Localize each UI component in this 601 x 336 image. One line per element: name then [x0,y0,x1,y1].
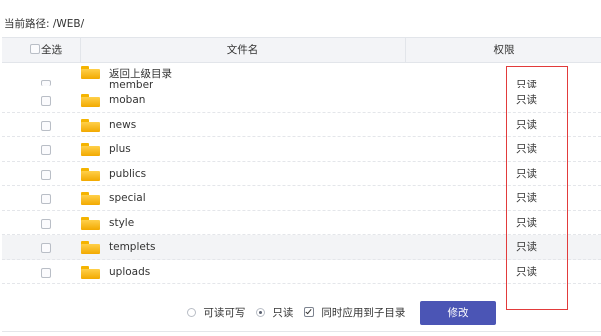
file-name[interactable]: uploads [109,265,150,279]
select-column-header: 全选 [2,38,81,62]
permission-highlight-box [506,66,568,310]
folder-icon [81,241,100,254]
folder-icon [81,265,100,279]
option-apply-subdirs[interactable]: 同时应用到子目录 [304,306,405,320]
select-all-control[interactable]: 全选 [30,43,62,57]
row-checkbox[interactable] [41,218,51,229]
file-name[interactable]: publics [109,167,146,181]
read-write-label: 可读可写 [203,307,246,319]
permission-form: 可读可写 只读 同时应用到子目录 修改 [0,301,601,325]
row-checkbox[interactable] [41,96,51,106]
row-checkbox[interactable] [41,120,51,131]
read-write-radio[interactable] [187,308,196,317]
apply-subdirs-checkbox[interactable] [304,307,314,317]
file-name[interactable]: special [109,191,146,205]
folder-icon [81,66,100,79]
apply-subdirs-label: 同时应用到子目录 [321,307,406,319]
row-checkbox[interactable] [41,169,51,180]
table-bottom-divider [2,331,601,332]
option-read-write[interactable]: 可读可写 [187,306,245,320]
folder-icon [81,143,100,156]
option-read-only[interactable]: 只读 [256,306,293,320]
file-name[interactable]: news [109,118,136,132]
folder-icon [81,167,100,181]
row-checkbox[interactable] [41,267,51,278]
file-name[interactable]: templets [109,240,155,254]
folder-icon [81,94,100,107]
row-checkbox[interactable] [41,80,51,86]
parent-directory-link[interactable]: 返回上级目录 [109,67,172,81]
permission-column-header: 权限 [405,38,601,62]
current-path-label: 当前路径: /WEB/ [4,18,85,30]
filename-column-header: 文件名 [226,44,259,56]
row-checkbox[interactable] [41,145,51,155]
select-all-label: 全选 [41,44,62,56]
read-only-radio[interactable] [256,308,265,317]
folder-icon [81,216,100,230]
folder-icon [81,118,100,132]
folder-icon [81,192,100,205]
modify-button[interactable]: 修改 [420,301,496,325]
row-checkbox[interactable] [41,243,51,253]
read-only-label: 只读 [272,307,294,319]
file-name[interactable]: plus [109,142,131,156]
file-name[interactable]: style [109,216,134,230]
file-name[interactable]: moban [109,93,145,107]
file-table-header: 全选 文件名 权限 [2,37,601,63]
file-name[interactable]: member [109,80,153,88]
select-all-checkbox[interactable] [30,44,40,54]
row-checkbox[interactable] [41,194,51,204]
